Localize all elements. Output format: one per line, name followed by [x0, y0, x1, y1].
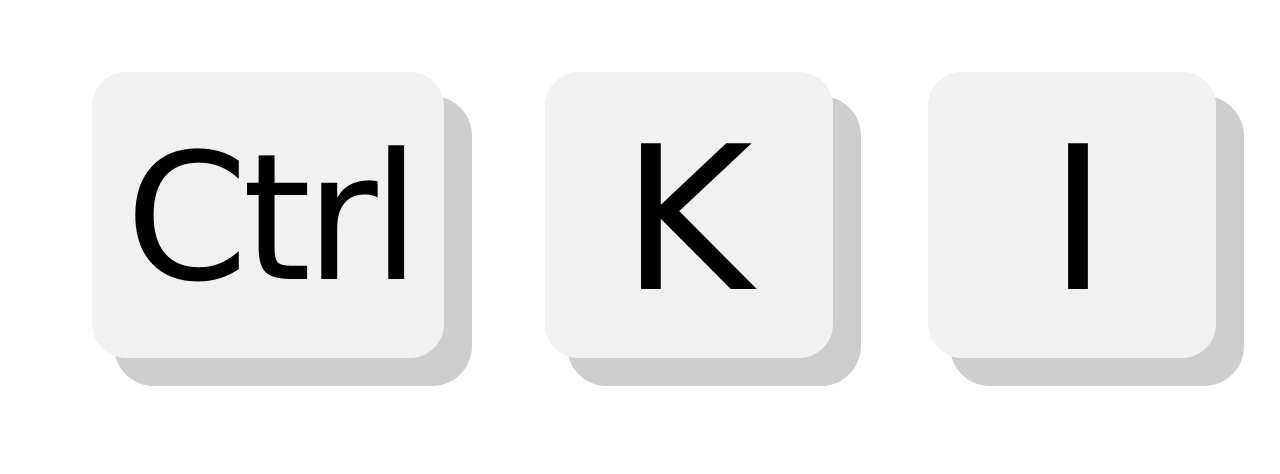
k-key: K [545, 72, 865, 388]
key-label: K [621, 104, 753, 337]
i-key: I [928, 72, 1248, 388]
key-label: Ctrl [125, 116, 420, 321]
key-cap: K [545, 72, 833, 358]
key-cap: I [928, 72, 1216, 358]
keyboard-shortcut: Ctrl K I [0, 0, 1280, 474]
key-cap: Ctrl [92, 72, 444, 358]
key-label: I [1048, 104, 1108, 337]
ctrl-key: Ctrl [92, 72, 474, 388]
